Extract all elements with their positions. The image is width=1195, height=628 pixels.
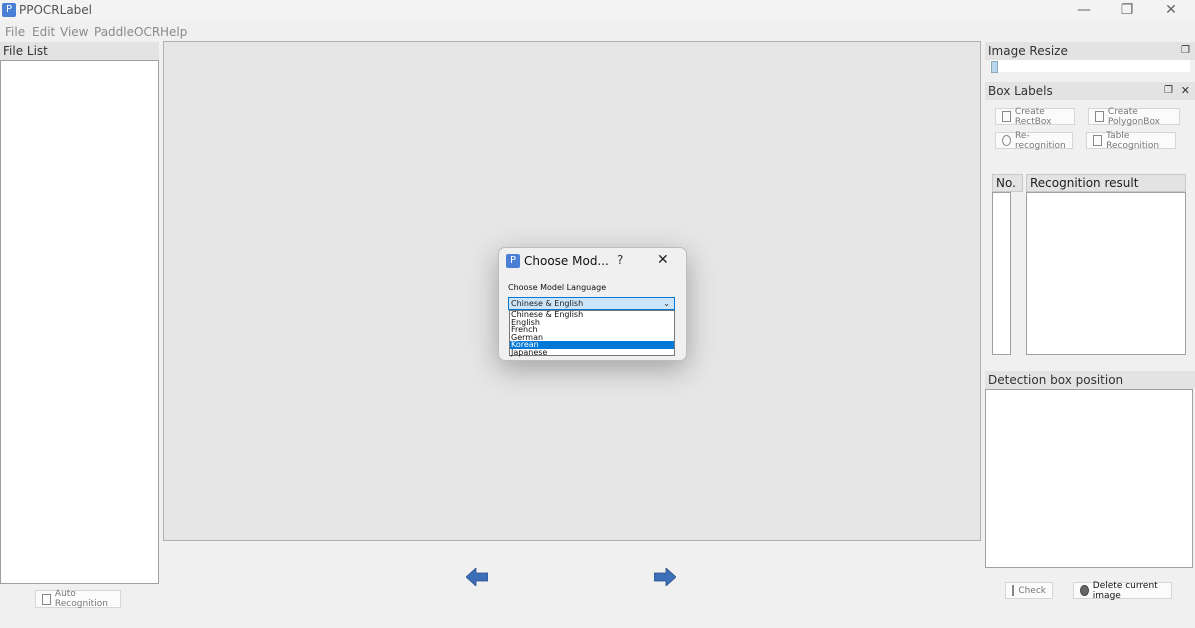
menu-paddleocr[interactable]: PaddleOCR <box>94 25 160 39</box>
box-labels-title: Box Labels ❐ ✕ <box>985 82 1195 100</box>
float-icon[interactable]: ❐ <box>1181 42 1190 60</box>
close-button[interactable]: ✕ <box>1149 0 1193 21</box>
dialog-app-icon: P <box>506 254 520 268</box>
check-icon <box>1012 585 1015 596</box>
recognize-icon <box>42 593 51 605</box>
image-resize-title: Image Resize ❐ <box>985 42 1195 60</box>
column-no[interactable]: No. <box>992 174 1023 192</box>
model-language-label: Choose Model Language <box>508 283 607 292</box>
file-list-title: File List <box>0 42 159 60</box>
close-icon[interactable]: ✕ <box>1181 82 1190 100</box>
slider-handle[interactable] <box>991 61 998 73</box>
auto-recognition-label: Auto Recognition <box>54 589 108 609</box>
image-resize-label: Image Resize <box>988 44 1068 58</box>
table-recognition-button[interactable]: Table Recognition <box>1086 130 1176 151</box>
delete-icon <box>1080 585 1089 596</box>
table-icon <box>1093 135 1103 146</box>
delete-label: Delete current image <box>1092 580 1158 601</box>
recognition-result-list[interactable] <box>1026 192 1186 355</box>
create-rectbox-button[interactable]: Create RectBox <box>995 106 1075 127</box>
option-japanese[interactable]: Japanese <box>510 348 674 357</box>
menu-edit[interactable]: Edit <box>32 25 55 39</box>
box-labels-label: Box Labels <box>988 84 1053 98</box>
chevron-down-icon: ⌄ <box>663 299 670 308</box>
create-polygonbox-button[interactable]: Create PolygonBox <box>1088 106 1180 127</box>
restore-button[interactable]: ❐ <box>1105 0 1149 21</box>
refresh-icon <box>1002 135 1012 146</box>
choose-model-dialog: P Choose Mod... ? ✕ Choose Model Languag… <box>498 247 687 361</box>
column-recognition-result[interactable]: Recognition result <box>1026 174 1186 192</box>
re-recognition-label: Re-recognition <box>1015 130 1066 151</box>
detection-title: Detection box position <box>985 371 1195 389</box>
minimize-button[interactable]: — <box>1062 0 1106 21</box>
image-resize-slider[interactable] <box>990 60 1190 73</box>
auto-recognition-button[interactable]: Auto Recognition <box>35 589 121 609</box>
dialog-close-button[interactable]: ✕ <box>657 252 669 268</box>
menu-view[interactable]: View <box>60 25 88 39</box>
prev-image-arrow-icon[interactable] <box>466 568 488 586</box>
detection-box-position-list[interactable] <box>985 389 1193 568</box>
language-dropdown-list: Chinese & English English French German … <box>509 310 675 356</box>
help-button[interactable]: ? <box>617 253 623 267</box>
rectbox-icon <box>1002 111 1011 122</box>
next-image-arrow-icon[interactable] <box>654 568 676 586</box>
polygon-icon <box>1095 111 1104 122</box>
selected-language: Chinese & English <box>511 299 584 308</box>
re-recognition-button[interactable]: Re-recognition <box>995 130 1073 151</box>
file-list[interactable] <box>0 60 159 584</box>
menu-bar: File Edit View PaddleOCR Help <box>0 22 1195 41</box>
float-icon[interactable]: ❐ <box>1164 82 1173 100</box>
delete-current-image-button[interactable]: Delete current image <box>1073 580 1172 601</box>
create-rectbox-label: Create RectBox <box>1014 106 1052 127</box>
number-list[interactable] <box>992 192 1011 355</box>
dialog-title: Choose Mod... <box>524 254 609 268</box>
table-recognition-label: Table Recognition <box>1106 130 1160 151</box>
app-icon: P <box>2 3 16 17</box>
create-polygonbox-label: Create PolygonBox <box>1107 106 1160 127</box>
title-bar: P PPOCRLabel — ❐ ✕ <box>0 0 1195 21</box>
menu-help[interactable]: Help <box>160 25 187 39</box>
window-title: PPOCRLabel <box>19 3 93 17</box>
menu-file[interactable]: File <box>5 25 25 39</box>
check-button[interactable]: Check <box>1005 582 1053 599</box>
model-language-select[interactable]: Chinese & English ⌄ <box>508 297 675 310</box>
check-label: Check <box>1018 585 1046 596</box>
